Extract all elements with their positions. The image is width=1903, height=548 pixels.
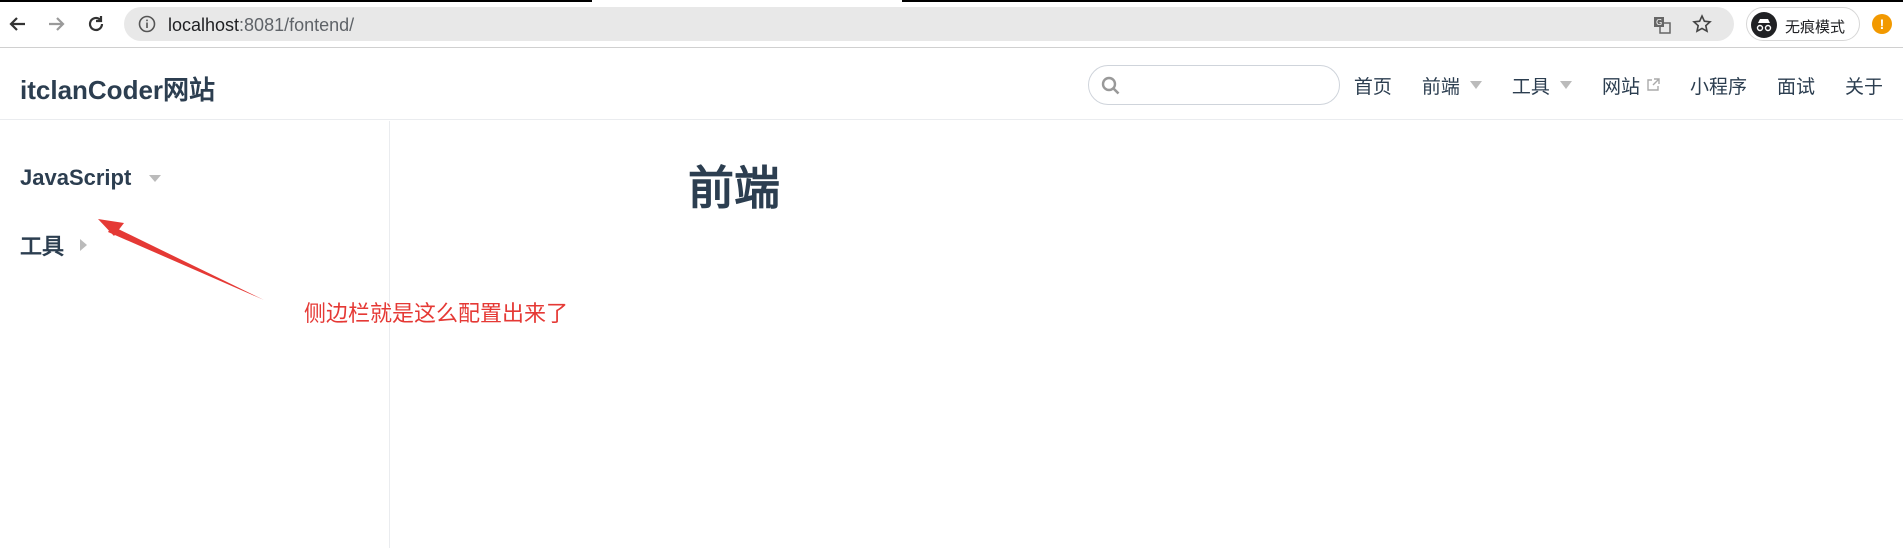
search-box[interactable]	[1088, 65, 1340, 105]
sidebar-group-label: JavaScript	[20, 165, 132, 190]
nav-item-tools[interactable]: 工具	[1512, 72, 1572, 99]
incognito-icon	[1751, 12, 1777, 38]
sidebar: JavaScript 工具	[0, 121, 390, 548]
nav-item-label: 面试	[1776, 76, 1815, 98]
tab-strip	[0, 0, 1903, 2]
translate-icon[interactable]: G	[1652, 15, 1672, 35]
nav-item-label: 前端	[1421, 76, 1460, 98]
nav-item-miniprogram[interactable]: 小程序	[1690, 72, 1747, 99]
sidebar-group-javascript[interactable]: JavaScript	[20, 165, 162, 191]
svg-text:G: G	[1656, 18, 1662, 27]
browser-toolbar: localhost:8081/fontend/ G 无痕模式 !	[0, 0, 1903, 48]
nav-item-label: 关于	[1844, 76, 1883, 98]
sidebar-group-tools[interactable]: 工具	[20, 229, 88, 261]
url-path: :8081/fontend/	[239, 15, 355, 35]
chevron-down-icon	[1469, 81, 1482, 89]
nav-item-about[interactable]: 关于	[1845, 72, 1883, 99]
page-title: 前端	[688, 162, 780, 214]
address-bar[interactable]: localhost:8081/fontend/ G	[124, 7, 1734, 41]
forward-arrow-icon[interactable]	[42, 10, 70, 38]
nav-item-home[interactable]: 首页	[1354, 72, 1392, 99]
alert-icon[interactable]: !	[1872, 14, 1892, 34]
external-link-icon	[1647, 78, 1660, 91]
annotation-text: 侧边栏就是这么配置出来了	[304, 302, 569, 327]
incognito-label: 无痕模式	[1785, 19, 1846, 36]
nav-item-label: 首页	[1353, 76, 1392, 98]
back-arrow-icon[interactable]	[4, 10, 32, 38]
site-navbar: itclanCoder网站 首页 前端 工具 网站 小程序 面试 关于	[0, 48, 1903, 120]
incognito-badge[interactable]: 无痕模式	[1746, 7, 1860, 41]
chevron-right-icon	[80, 239, 88, 251]
nav-links: 首页 前端 工具 网站 小程序 面试 关于	[1354, 72, 1883, 99]
site-title[interactable]: itclanCoder网站	[20, 70, 215, 107]
search-icon	[1101, 76, 1120, 95]
nav-item-website[interactable]: 网站	[1602, 72, 1660, 99]
nav-item-label: 网站	[1601, 76, 1640, 98]
nav-item-label: 工具	[1511, 76, 1550, 98]
url-text[interactable]: localhost:8081/fontend/	[168, 15, 354, 36]
nav-item-label: 小程序	[1689, 76, 1747, 98]
nav-item-interview[interactable]: 面试	[1777, 72, 1815, 99]
info-icon[interactable]	[138, 15, 156, 33]
reload-icon[interactable]	[82, 10, 110, 38]
nav-item-frontend[interactable]: 前端	[1422, 72, 1482, 99]
chevron-down-icon	[149, 174, 162, 182]
search-input[interactable]	[1129, 72, 1329, 98]
star-icon[interactable]	[1692, 14, 1712, 34]
url-host: localhost	[168, 15, 240, 35]
chevron-down-icon	[1559, 81, 1572, 89]
sidebar-group-label: 工具	[20, 234, 65, 259]
